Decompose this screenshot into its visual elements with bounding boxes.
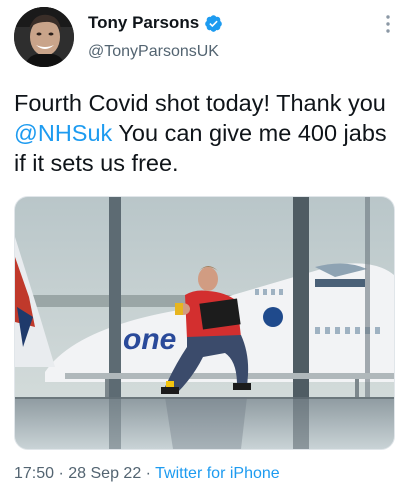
tweet-date[interactable]: 28 Sep 22 [68,465,141,482]
author-handle[interactable]: @TonyParsonsUK [88,43,219,61]
author-name[interactable]: Tony Parsons [88,13,199,33]
avatar-image [14,7,74,67]
meta-separator: · [54,465,69,482]
tweet-meta: 17:50 · 28 Sep 22 · Twitter for iPhone [14,465,280,483]
meta-separator: · [141,465,156,482]
author-name-row: Tony Parsons [88,13,223,33]
svg-text:one: one [123,323,176,356]
airport-photo-image: one [15,197,394,449]
verified-badge-icon [204,14,223,33]
avatar[interactable] [14,7,74,67]
tweet-time[interactable]: 17:50 [14,465,54,482]
mention-link[interactable]: @NHSuk [14,120,112,146]
more-vertical-icon[interactable] [385,14,391,34]
tweet-photo[interactable]: one [14,196,395,450]
tweet-header: Tony Parsons @TonyParsonsUK [0,0,407,80]
tweet-text-part: Fourth Covid shot today! Thank you [14,90,386,116]
tweet-source[interactable]: Twitter for iPhone [155,465,280,482]
tweet-text: Fourth Covid shot today! Thank you @NHSu… [14,88,399,178]
